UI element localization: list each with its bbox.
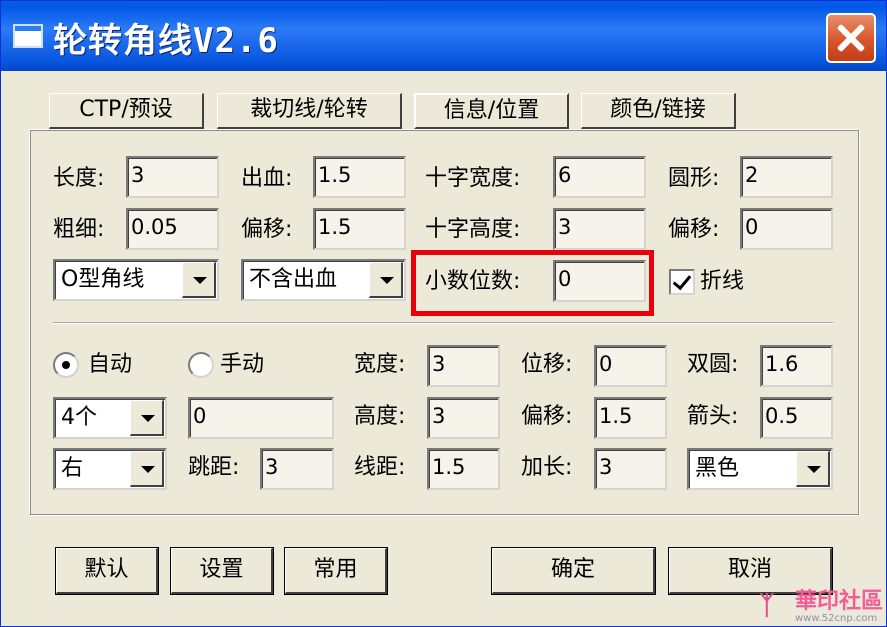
length-input[interactable]: 3 [126,156,219,198]
width-label: 宽度: [354,352,406,377]
offset-input[interactable]: 1.5 [594,397,667,439]
ok-button[interactable]: 确定 [492,548,655,594]
watermark-text: 華印社區 [795,589,884,614]
watermark-logo-icon: ᛉ [759,591,775,621]
extend-label: 加长: [521,455,573,480]
offset-input[interactable]: 1.5 [313,208,406,250]
cross-height-input[interactable]: 3 [553,208,646,250]
auto-radio[interactable] [53,352,79,378]
color-select[interactable]: 黑色 [687,448,833,490]
manual-radio[interactable] [188,352,214,378]
thickness-label: 粗细: [53,217,105,242]
cross-width-label: 十字宽度: [425,166,521,191]
bleed-mode-select[interactable]: 不含出血 [241,259,406,301]
offset2-label: 偏移: [668,217,720,242]
side-value: 右 [61,456,84,481]
window-title: 轮转角线V2.6 [53,21,279,61]
offset2-input[interactable]: 0 [740,208,833,250]
bleed-mode-value: 不含出血 [249,267,338,292]
double-circle-input[interactable]: 1.6 [760,345,833,387]
arrow-label: 箭头: [687,404,739,429]
chevron-down-icon[interactable] [130,400,164,436]
extend-input[interactable]: 3 [594,448,667,490]
circle-input[interactable]: 2 [740,156,833,198]
auto-label: 自动 [88,352,133,377]
color-value: 黑色 [695,456,740,481]
count-text-input[interactable]: 0 [188,397,334,439]
height-label: 高度: [354,404,406,429]
divider [53,322,833,324]
app-window-icon [13,24,43,48]
bleed-input[interactable]: 1.5 [313,156,406,198]
shift-input[interactable]: 0 [594,345,667,387]
double-circle-label: 双圆: [687,352,739,377]
common-button[interactable]: 常用 [285,548,387,594]
corner-type-value: O型角线 [61,267,145,292]
jump-input[interactable]: 3 [260,448,334,490]
offset-label: 偏移: [241,217,293,242]
default-button[interactable]: 默认 [56,548,158,594]
length-label: 长度: [53,166,105,191]
dialog-window: 轮转角线V2.6 CTP/预设 裁切线/轮转 信息/位置 颜色/链接 长度: 3… [0,0,887,627]
bleed-label: 出血: [241,166,293,191]
title-bar[interactable]: 轮转角线V2.6 [1,1,886,71]
count-value: 4个 [61,405,97,430]
offset-label: 偏移: [521,404,573,429]
chevron-down-icon[interactable] [796,451,830,487]
cross-width-input[interactable]: 6 [553,156,646,198]
corner-type-select[interactable]: O型角线 [53,259,219,301]
polyline-checkbox[interactable] [669,269,695,295]
chevron-down-icon[interactable] [369,262,403,298]
watermark-url: www.52cnp.com [795,613,878,624]
side-select[interactable]: 右 [53,448,167,490]
tab-ctp-preset[interactable]: CTP/预设 [49,93,204,129]
highlight-box [411,250,654,316]
manual-label: 手动 [220,352,265,377]
thickness-input[interactable]: 0.05 [126,208,219,250]
arrow-input[interactable]: 0.5 [760,397,833,439]
tab-color-link[interactable]: 颜色/链接 [581,93,736,129]
height-input[interactable]: 3 [427,397,500,439]
polyline-label: 折线 [700,269,745,294]
cross-height-label: 十字高度: [425,217,521,242]
cancel-button[interactable]: 取消 [669,548,832,594]
close-button[interactable] [826,13,876,63]
chevron-down-icon[interactable] [182,262,216,298]
line-gap-input[interactable]: 1.5 [427,448,500,490]
shift-label: 位移: [521,352,573,377]
count-select[interactable]: 4个 [53,397,167,439]
tab-cutline-rotate[interactable]: 裁切线/轮转 [217,93,402,129]
watermark: ᛉ 華印社區 www.52cnp.com [759,589,885,625]
jump-label: 跳距: [188,455,240,480]
settings-button[interactable]: 设置 [171,548,273,594]
line-gap-label: 线距: [354,455,406,480]
chevron-down-icon[interactable] [130,451,164,487]
width-input[interactable]: 3 [427,345,500,387]
circle-label: 圆形: [668,166,720,191]
tab-info-position[interactable]: 信息/位置 [414,93,569,129]
